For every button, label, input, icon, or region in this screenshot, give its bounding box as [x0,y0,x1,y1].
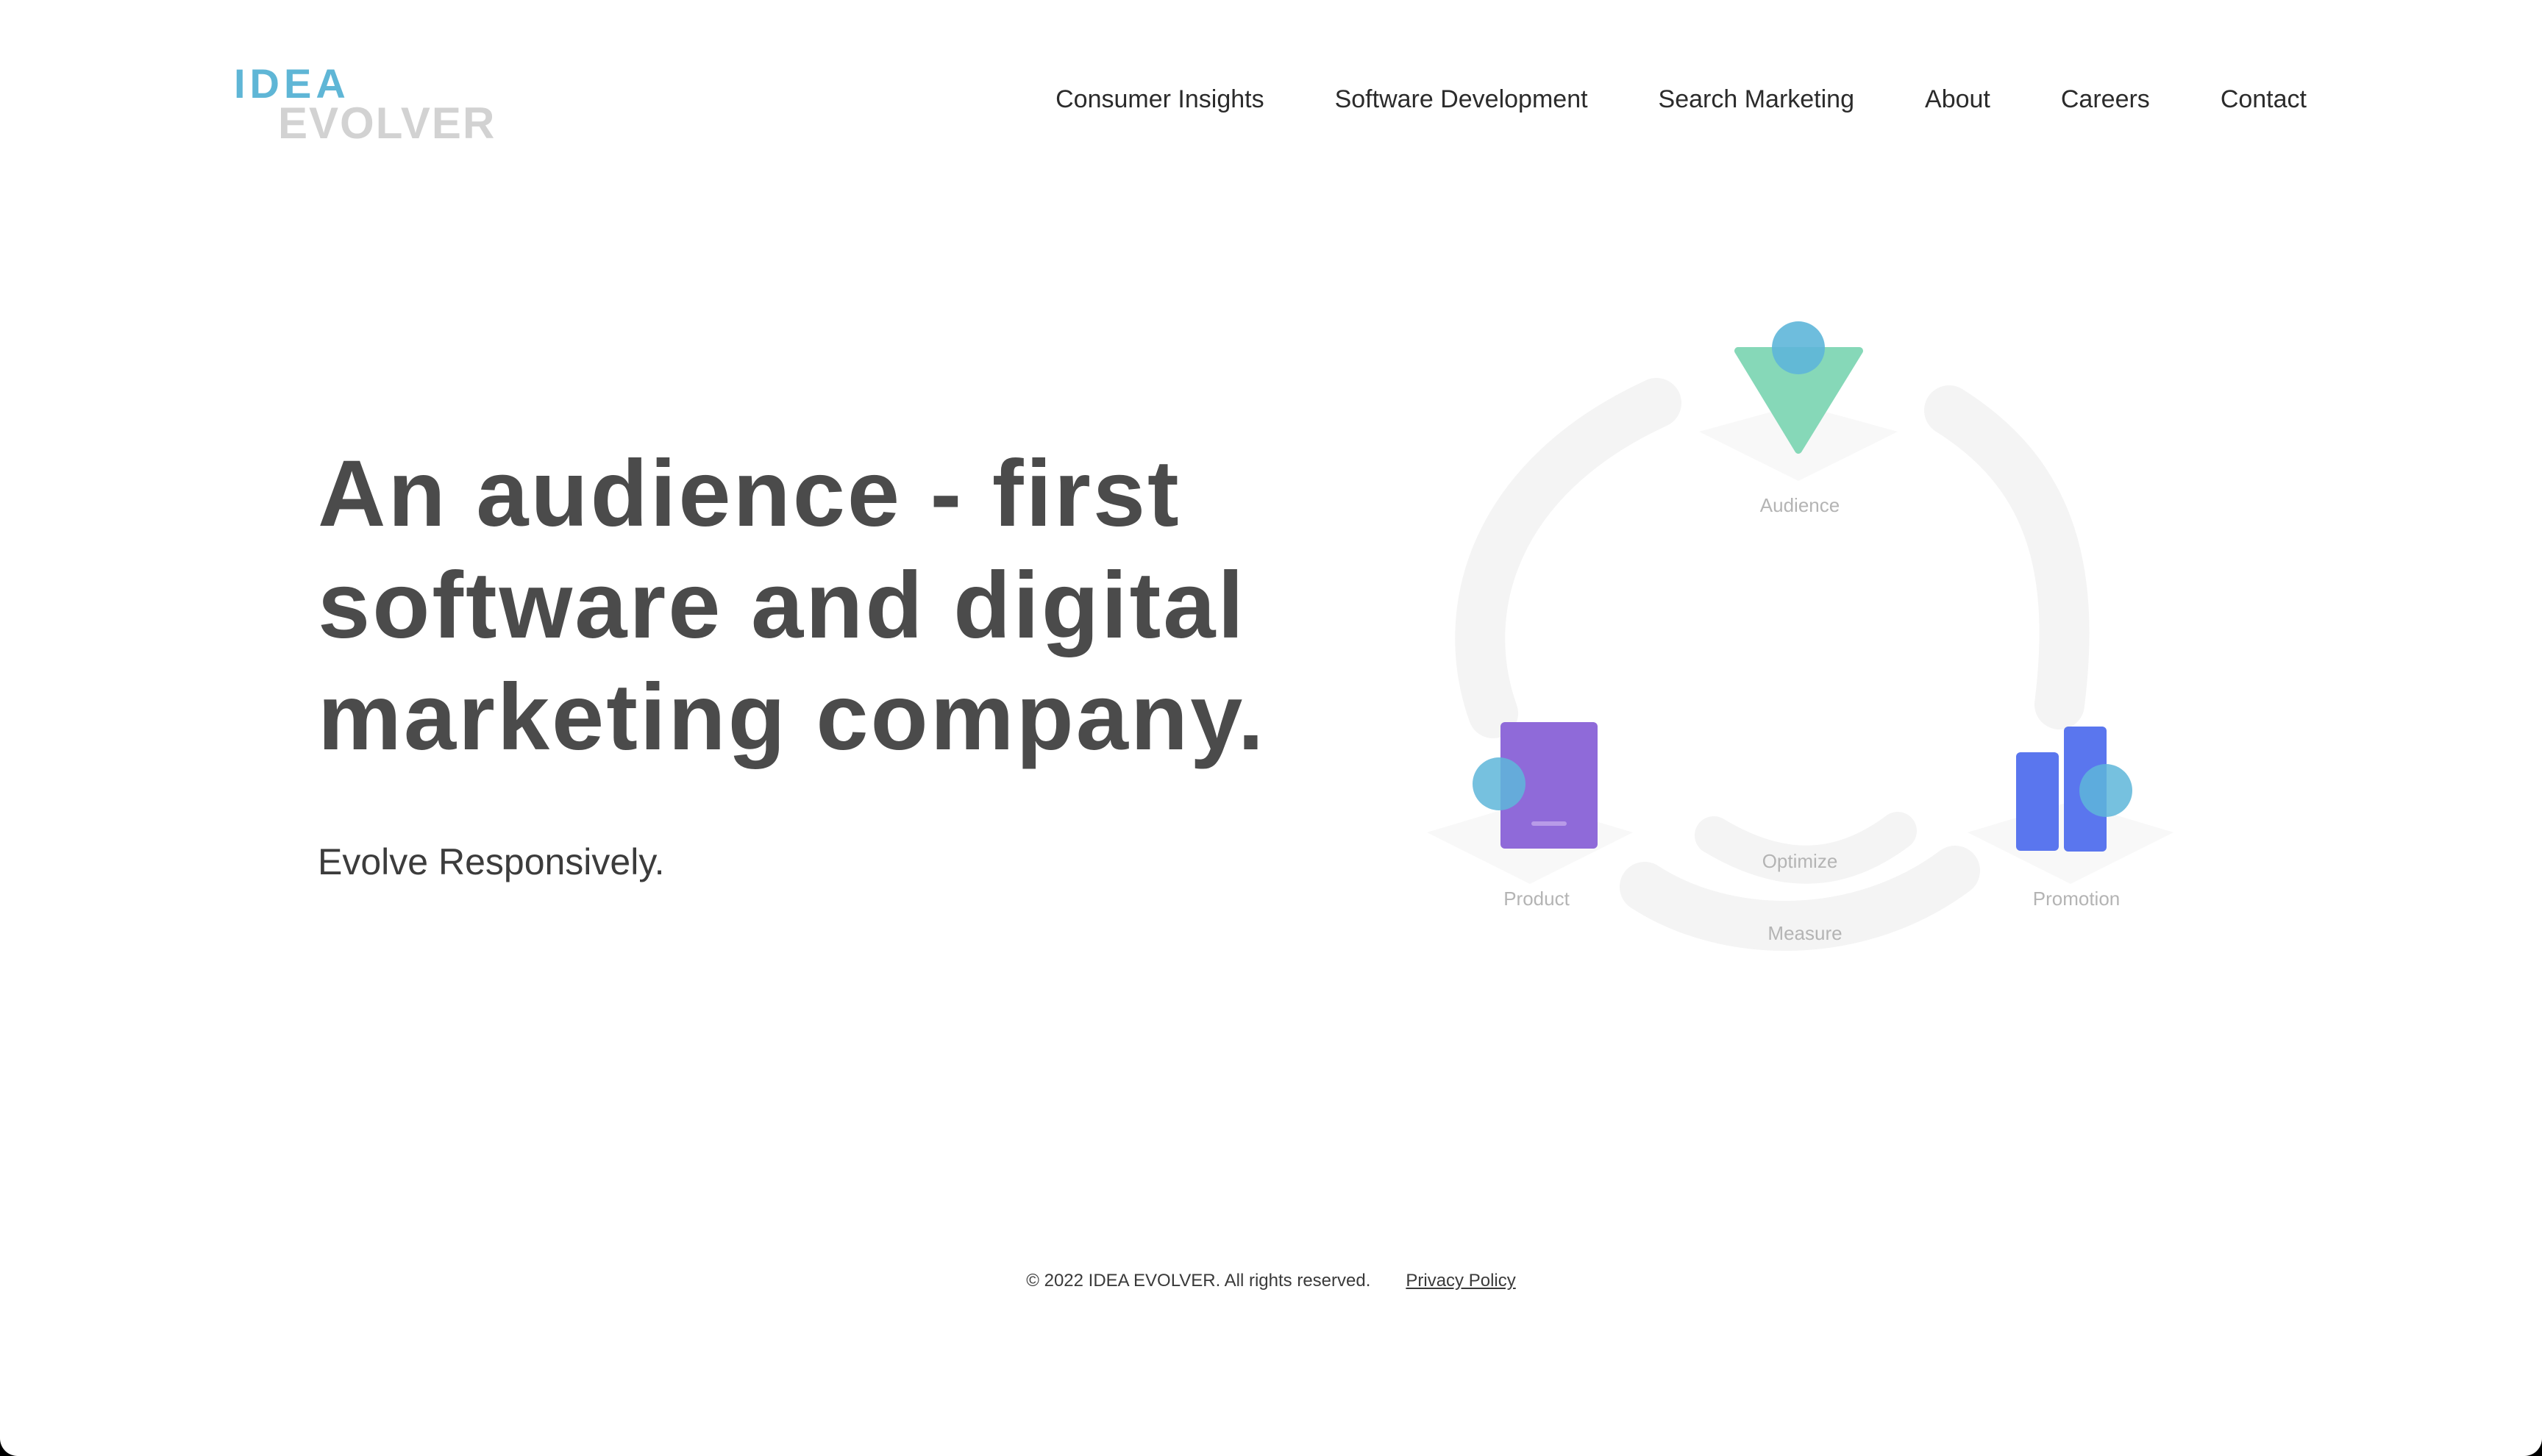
cycle-illustration [1427,321,2173,951]
logo-word-evolver: EVOLVER [278,99,496,148]
ring-arc-left [1455,378,1681,738]
idea-evolver-logo[interactable]: IDEA EVOLVER [234,63,494,146]
footer: © 2022 IDEA EVOLVER. All rights reserved… [0,1269,2542,1293]
hero-headline-line-2: software and digital [318,553,1246,658]
nav-search-marketing[interactable]: Search Marketing [1659,82,1854,116]
privacy-policy-link[interactable]: Privacy Policy [1406,1269,1515,1293]
ring-arc-right [1924,385,2090,729]
nav-careers[interactable]: Careers [2061,82,2150,116]
hero-headline-line-3: marketing company. [318,665,1267,770]
audience-cycle-diagram: Audience Product Promotion Optimize Meas… [1383,301,2236,978]
diagram-label-measure: Measure [1767,922,1843,944]
diagram-label-audience: Audience [1759,494,1840,516]
page: IDEA EVOLVER Consumer Insights Software … [0,0,2542,1456]
nav-about[interactable]: About [1925,82,1990,116]
nav-software-development[interactable]: Software Development [1335,82,1588,116]
diagram-label-product: Product [1503,888,1570,910]
hero-headline: An audience - first software and digital… [318,438,1347,774]
nav-contact[interactable]: Contact [2221,82,2307,116]
nav-consumer-insights[interactable]: Consumer Insights [1055,82,1264,116]
footer-copyright: © 2022 IDEA EVOLVER. All rights reserved… [1026,1271,1371,1291]
main-nav: Consumer Insights Software Development S… [1055,82,2307,116]
hero-headline-line-1: An audience - first [318,441,1181,546]
diagram-label-promotion: Promotion [2032,888,2121,910]
hero-tagline: Evolve Responsively. [318,841,665,882]
diagram-label-optimize: Optimize [1762,850,1838,872]
